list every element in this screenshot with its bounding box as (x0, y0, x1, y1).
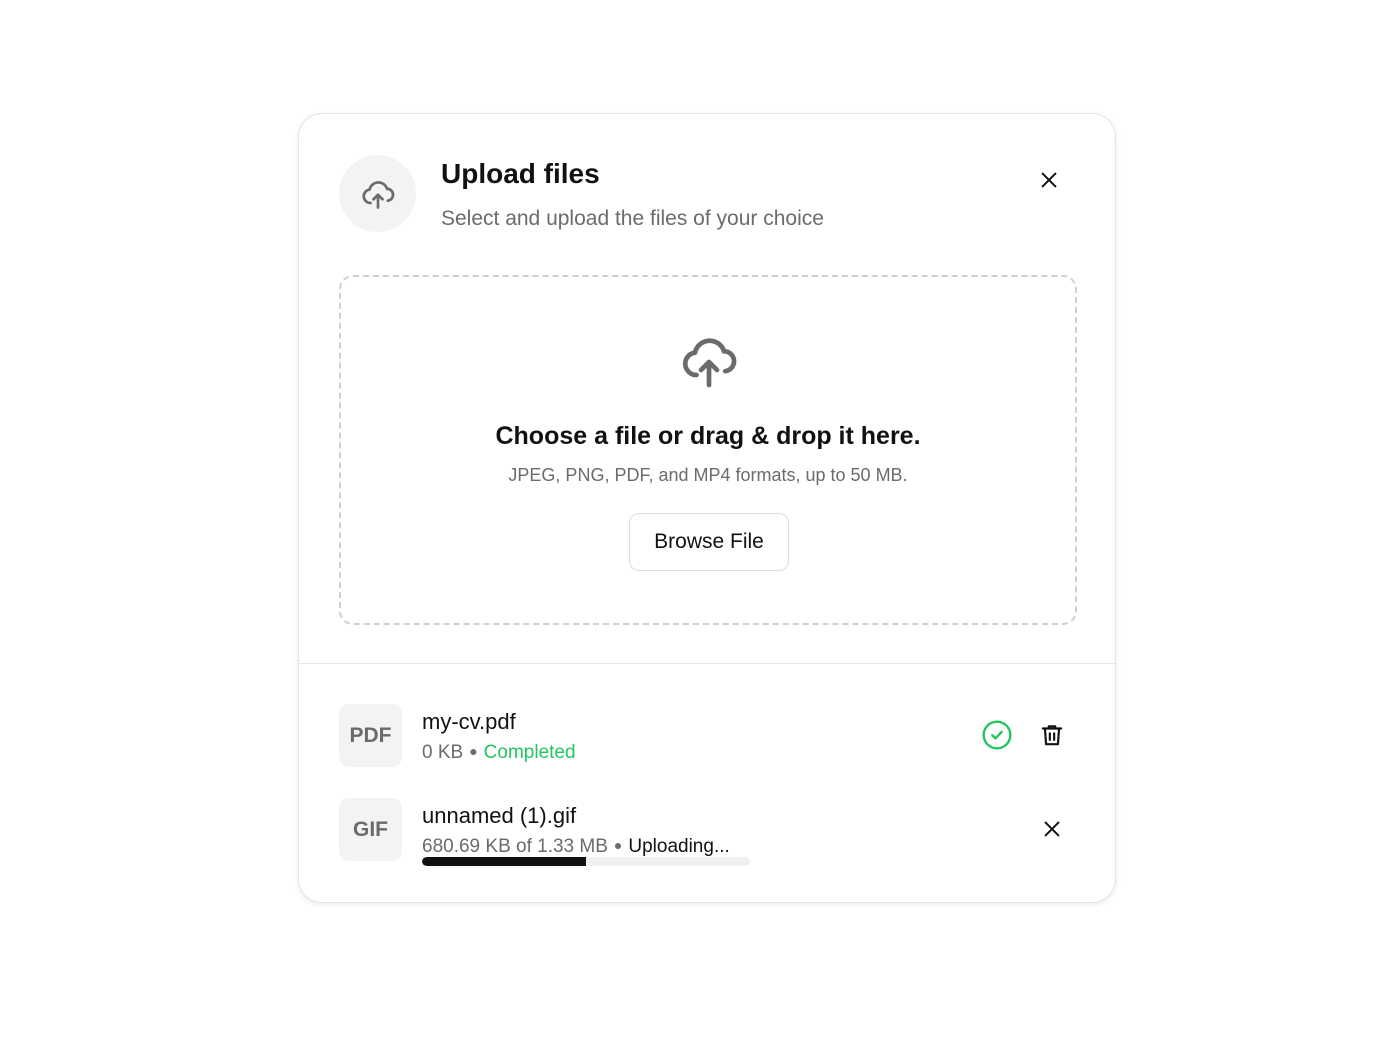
dropzone-formats: JPEG, PNG, PDF, and MP4 formats, up to 5… (508, 465, 908, 485)
separator-dot: ● (469, 743, 478, 759)
check-circle-icon (981, 719, 1013, 751)
file-list-item: GIF unnamed (1).gif 680.69 KB of 1.33 MB… (339, 798, 1075, 868)
file-name: unnamed (1).gif (422, 803, 577, 828)
modal-title: Upload files (441, 158, 600, 189)
browse-file-button[interactable]: Browse File (629, 513, 789, 571)
modal-header: Upload files Select and upload the files… (339, 155, 1075, 235)
cloud-upload-icon (677, 330, 741, 390)
dropzone-title: Choose a file or drag & drop it here. (495, 422, 921, 450)
file-size: 680.69 KB of 1.33 MB (422, 836, 608, 857)
upload-progress-fill (422, 857, 586, 866)
cloud-upload-icon (339, 155, 416, 232)
separator-dot: ● (613, 837, 623, 853)
delete-file-button[interactable] (1036, 719, 1068, 751)
modal-subtitle: Select and upload the files of your choi… (441, 207, 824, 230)
file-dropzone[interactable]: Choose a file or drag & drop it here. JP… (339, 275, 1077, 625)
trash-icon (1041, 725, 1063, 746)
file-meta: 680.69 KB of 1.33 MB ● Uploading... (422, 836, 730, 858)
file-list-item: PDF my-cv.pdf 0 KB ● Completed (339, 704, 1075, 774)
file-meta: 0 KB ● Completed (422, 742, 576, 764)
file-size: 0 KB (422, 742, 464, 763)
close-modal-button[interactable] (1035, 166, 1063, 194)
file-name: my-cv.pdf (422, 709, 516, 734)
close-icon (1044, 821, 1060, 837)
divider (299, 663, 1115, 664)
file-type-badge: GIF (339, 798, 402, 861)
cancel-upload-button[interactable] (1036, 813, 1068, 845)
upload-modal: Upload files Select and upload the files… (298, 113, 1116, 903)
file-status: Completed (483, 742, 576, 763)
close-icon (1041, 172, 1057, 188)
upload-progress-bar (422, 857, 750, 866)
file-type-badge: PDF (339, 704, 402, 767)
file-status: Uploading... (628, 836, 730, 857)
